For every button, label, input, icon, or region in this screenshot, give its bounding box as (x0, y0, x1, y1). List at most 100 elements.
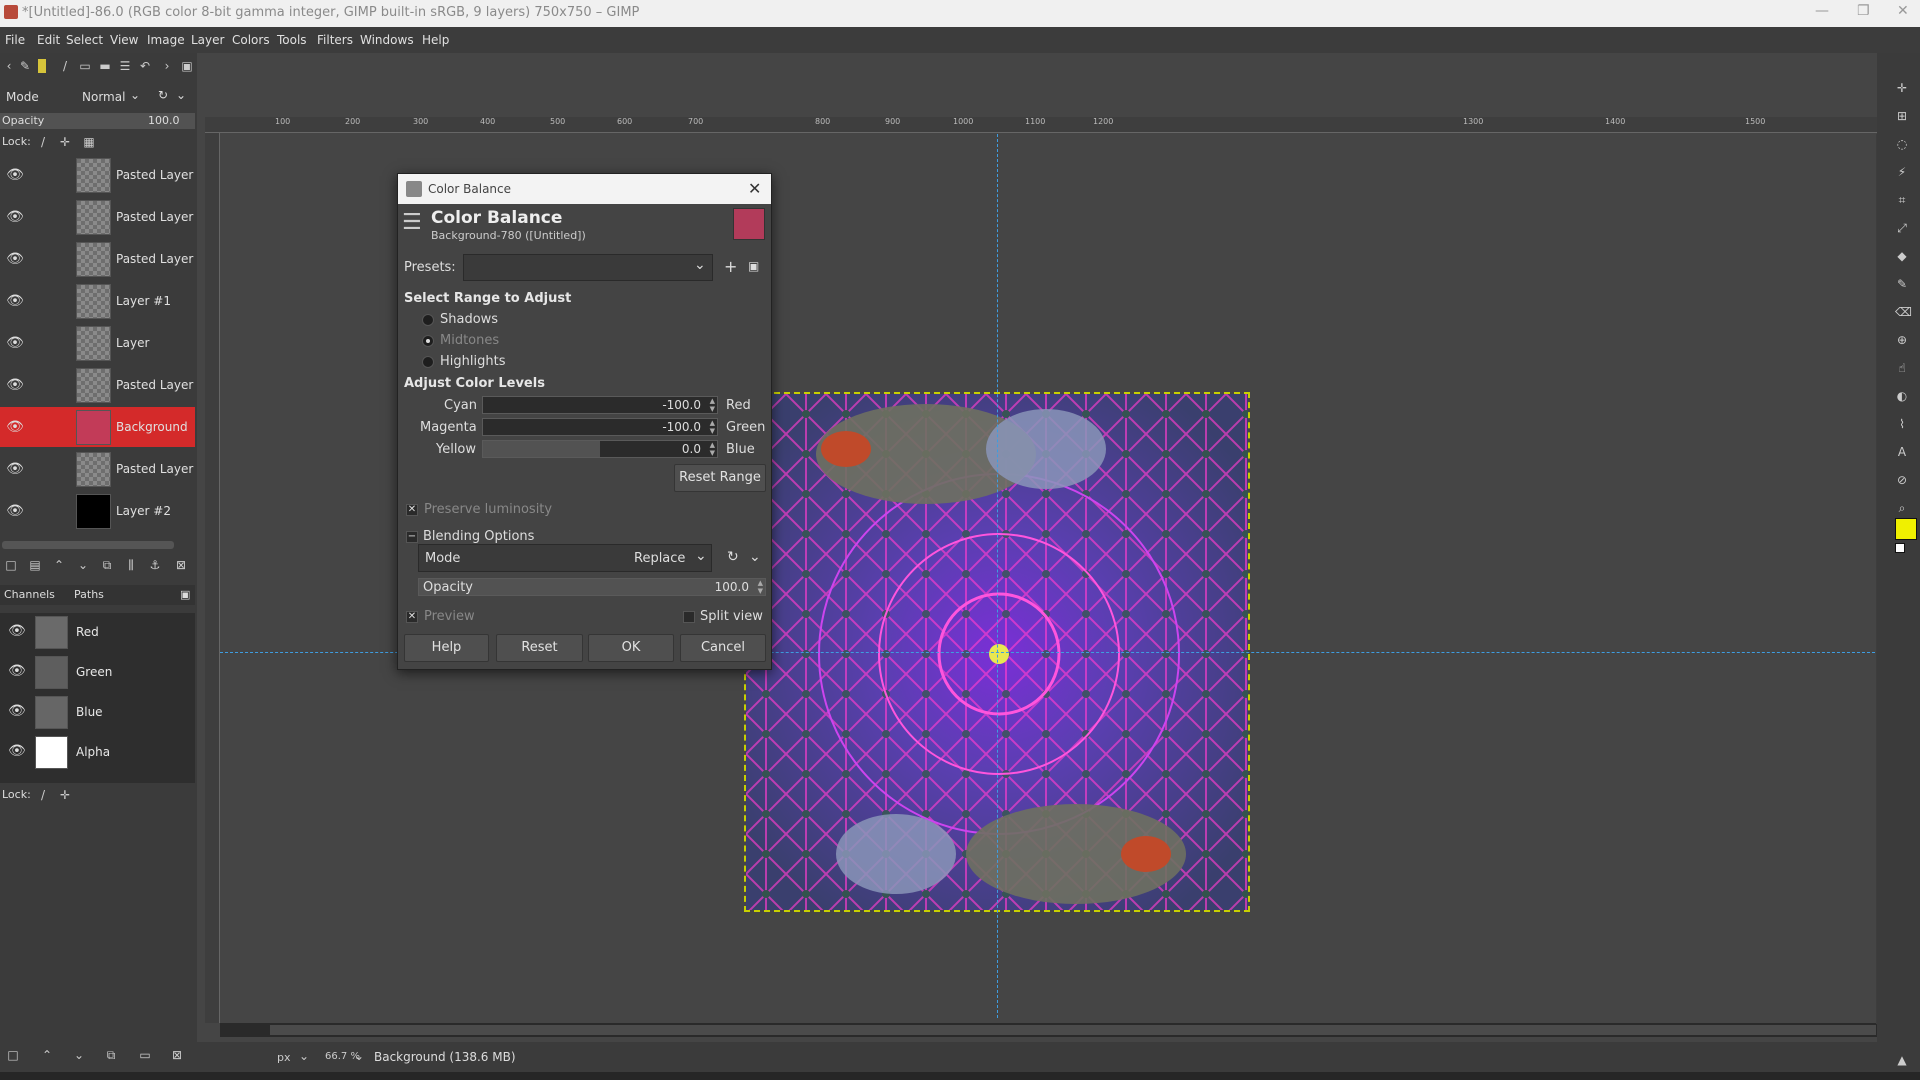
preserve-luminosity-checkbox[interactable]: ✕ (406, 504, 418, 516)
chevron-down-icon[interactable]: ⌄ (694, 257, 706, 273)
mode-select[interactable]: Normal (82, 90, 125, 104)
eye-icon[interactable]: 👁 (6, 418, 24, 436)
eye-icon[interactable]: 👁 (8, 743, 26, 759)
tab-channels[interactable]: Channels (4, 588, 55, 601)
cyan-red-slider[interactable]: -100.0 ▲ ▼ (482, 396, 718, 414)
yellow-blue-slider[interactable]: 0.0 ▲ ▼ (482, 440, 718, 458)
eye-icon[interactable]: 👁 (6, 292, 24, 310)
chevron-down-icon[interactable]: ⌄ (130, 88, 140, 102)
spin-arrows-icon[interactable]: ▲ ▼ (758, 579, 763, 595)
move-tool-icon[interactable]: ✛ (1895, 81, 1909, 95)
paintbrush-icon[interactable]: ✎ (1895, 277, 1909, 291)
dock-menu-icon[interactable]: ▣ (180, 588, 190, 601)
tab-paths[interactable]: Paths (74, 588, 104, 601)
yellow-blue-value[interactable]: 0.0 (682, 442, 701, 456)
preset-menu-icon[interactable]: ▣ (748, 259, 759, 273)
horizontal-ruler[interactable]: 100 200 300 400 500 600 700 800 900 1000… (205, 117, 1885, 133)
fuzzy-select-icon[interactable]: ⚡ (1895, 165, 1909, 179)
new-layer-icon[interactable]: □ (4, 558, 18, 572)
image-icon[interactable]: ▬ (98, 59, 112, 73)
unit-select[interactable]: px (277, 1051, 291, 1064)
delete-icon[interactable]: ⊠ (170, 1048, 184, 1062)
menu-edit[interactable]: Edit (37, 33, 60, 47)
blending-options-toggle[interactable]: − (406, 531, 418, 543)
reset-range-button[interactable]: Reset Range (674, 464, 766, 492)
chevron-down-icon[interactable]: ⌄ (749, 549, 761, 565)
scrollbar-thumb[interactable] (270, 1025, 1876, 1035)
undo-icon[interactable]: ↶ (138, 59, 152, 73)
edit-icon[interactable]: ✎ (18, 59, 32, 73)
lower-icon[interactable]: ⌄ (76, 558, 90, 572)
eye-icon[interactable]: 👁 (6, 376, 24, 394)
new-group-icon[interactable]: ▤ (28, 558, 42, 572)
lock-pixels-icon[interactable]: / (36, 135, 50, 149)
raise-icon[interactable]: ⌃ (52, 558, 66, 572)
crop-tool-icon[interactable]: ⌗ (1895, 193, 1909, 207)
eye-icon[interactable]: 👁 (6, 166, 24, 184)
navigate-icon[interactable]: ▲ (1895, 1053, 1909, 1067)
bucket-fill-icon[interactable]: ◆ (1895, 249, 1909, 263)
clone-tool-icon[interactable]: ⊕ (1895, 333, 1909, 347)
menu-layer[interactable]: Layer (191, 33, 224, 47)
menu-filters[interactable]: Filters (317, 33, 353, 47)
duplicate-icon[interactable]: ⧉ (100, 558, 114, 572)
radio-midtones[interactable] (422, 335, 434, 347)
lower-icon[interactable]: ⌄ (72, 1048, 86, 1062)
blend-mode-select[interactable]: Mode Replace ⌄ (418, 544, 712, 572)
range-highlights-label[interactable]: Highlights (440, 354, 505, 369)
menu-file[interactable]: File (5, 33, 25, 47)
new-channel-icon[interactable]: □ (6, 1048, 20, 1062)
merge-icon[interactable]: ⫼ (124, 558, 138, 572)
zoom-tool-icon[interactable]: ⌕ (1895, 501, 1909, 515)
text-tool-icon[interactable]: A (1895, 445, 1909, 459)
blend-opacity-value[interactable]: 100.0 (715, 580, 749, 594)
menu-colors[interactable]: Colors (232, 33, 270, 47)
eye-icon[interactable]: 👁 (6, 334, 24, 352)
preserve-luminosity-label[interactable]: Preserve luminosity (424, 502, 552, 517)
to-selection-icon[interactable]: ▭ (138, 1048, 152, 1062)
dialog-titlebar[interactable]: Color Balance ✕ (398, 174, 771, 204)
layer-row[interactable]: 👁 Pasted Layer (0, 197, 195, 237)
spin-arrows-icon[interactable]: ▲ ▼ (710, 419, 715, 435)
lasso-tool-icon[interactable]: ◌ (1895, 137, 1909, 151)
cyan-red-value[interactable]: -100.0 (662, 398, 701, 412)
layer-row[interactable]: 👁 Pasted Layer (0, 155, 195, 195)
close-window-icon[interactable]: ✕ (1897, 3, 1909, 19)
chevron-down-icon[interactable]: ⌄ (354, 1049, 364, 1063)
vertical-ruler[interactable] (205, 133, 220, 1023)
reset-icon[interactable]: ↻ (727, 549, 739, 565)
align-tool-icon[interactable]: ⊞ (1895, 109, 1909, 123)
magenta-green-slider[interactable]: -100.0 ▲ ▼ (482, 418, 718, 436)
dodge-tool-icon[interactable]: ◐ (1895, 389, 1909, 403)
layer-row[interactable]: 👁 Layer #1 (0, 281, 195, 321)
brush-icon[interactable]: / (58, 59, 72, 73)
raise-icon[interactable]: ⌃ (40, 1048, 54, 1062)
menu-select[interactable]: Select (66, 33, 103, 47)
chevron-down-icon[interactable]: ⌄ (176, 88, 186, 102)
menu-help[interactable]: Help (422, 33, 449, 47)
blend-opacity-slider[interactable]: Opacity 100.0 ▲ ▼ (418, 578, 766, 596)
horizontal-scrollbar[interactable] (220, 1023, 1878, 1037)
smudge-tool-icon[interactable]: ☝ (1895, 361, 1909, 375)
lock-alpha-icon[interactable]: ▦ (82, 135, 96, 149)
delete-icon[interactable]: ⊠ (174, 558, 188, 572)
layer-row[interactable]: 👁 Layer #2 (0, 491, 195, 531)
foreground-color-swatch[interactable] (1895, 518, 1917, 540)
eye-icon[interactable]: 👁 (6, 460, 24, 478)
background-color-swatch[interactable] (1895, 543, 1905, 553)
lock-pixels-icon[interactable]: / (36, 788, 50, 802)
preview-checkbox[interactable]: ✕ (406, 611, 418, 623)
presets-select[interactable]: ⌄ (463, 254, 713, 281)
anchor-icon[interactable]: ⚓ (148, 558, 162, 572)
dock-menu-icon[interactable]: ▣ (180, 59, 194, 73)
layers-scrollbar[interactable] (2, 541, 174, 549)
eye-icon[interactable]: 👁 (6, 250, 24, 268)
layer-row[interactable]: 👁 Pasted Layer (0, 239, 195, 279)
split-view-checkbox[interactable] (683, 611, 695, 623)
radio-shadows[interactable] (422, 314, 434, 326)
menu-view[interactable]: View (110, 33, 138, 47)
layer-row-selected[interactable]: 👁 Background (0, 407, 195, 447)
radio-highlights[interactable] (422, 356, 434, 368)
preview-label[interactable]: Preview (424, 609, 475, 624)
range-midtones-label[interactable]: Midtones (440, 333, 499, 348)
